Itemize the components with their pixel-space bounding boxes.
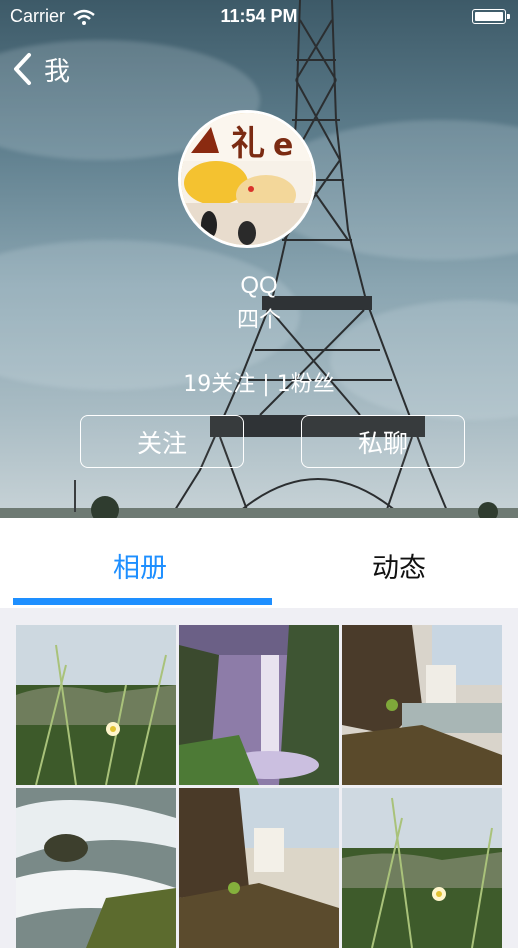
battery-icon [472, 9, 510, 24]
svg-text:e: e [273, 128, 293, 163]
photo-thumbnail[interactable] [342, 625, 502, 785]
tab-moments[interactable]: 动态 [372, 546, 426, 585]
profile-name: QQ [240, 272, 278, 299]
status-bar: Carrier 11:54 PM [0, 0, 518, 34]
profile-subtitle: 四个 [236, 308, 281, 333]
message-button[interactable]: 私聊 [301, 415, 465, 468]
photo-thumbnail[interactable] [16, 788, 176, 948]
follow-counts[interactable]: 19关注 | 1粉丝 [0, 366, 518, 398]
back-label: 我 [44, 56, 71, 87]
photo-thumbnail[interactable] [16, 625, 176, 785]
status-time: 11:54 PM [220, 6, 298, 26]
avatar-image: 礼 e [181, 113, 313, 245]
tab-bar: 相册 动态 [0, 518, 518, 608]
follow-button[interactable]: 关注 [80, 415, 244, 468]
avatar[interactable]: 礼 e [178, 110, 316, 248]
svg-text:礼: 礼 [231, 124, 265, 164]
photo-thumbnail[interactable] [179, 788, 339, 948]
photo-thumbnail[interactable] [342, 788, 502, 948]
photo-thumbnail[interactable] [179, 625, 339, 785]
back-button[interactable]: 我 [0, 51, 70, 88]
chevron-left-icon [14, 53, 31, 85]
nav-bar: 我 [0, 44, 70, 94]
tab-indicator [13, 598, 272, 605]
tab-album[interactable]: 相册 [113, 546, 167, 585]
